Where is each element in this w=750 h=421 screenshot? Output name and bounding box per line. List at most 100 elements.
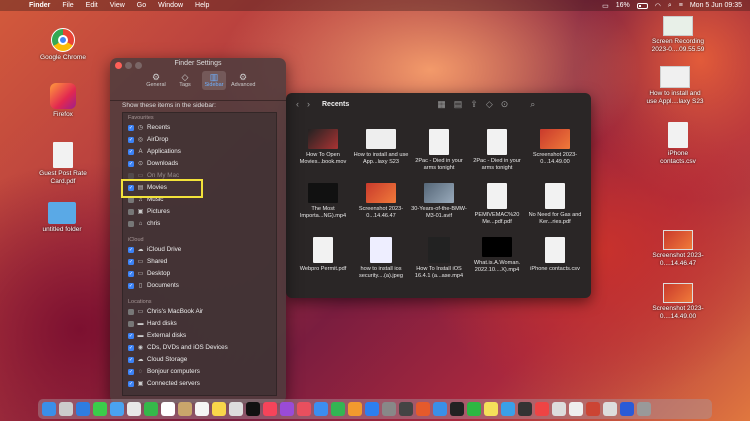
zoom-dock-icon[interactable]	[501, 402, 515, 416]
app-store-dock-icon[interactable]	[365, 402, 379, 416]
firefox-dock-icon[interactable]	[416, 402, 430, 416]
desktop-icon-chrome[interactable]: Google Chrome	[40, 28, 86, 62]
apple-icon[interactable]	[10, 2, 17, 10]
menu-help[interactable]: Help	[195, 2, 209, 9]
tab-sidebar[interactable]: ▥ Sidebar	[202, 71, 226, 90]
file-item[interactable]: What.is.A.Woman. 2022.10....X).mp4	[468, 237, 526, 274]
file-item[interactable]: 2Pac - Died in your arms tonight	[410, 129, 468, 172]
more-icon[interactable]: ⊙	[501, 99, 509, 110]
file-item[interactable]: How to install and use App...laxy S23	[352, 129, 410, 166]
desktop-icon-screenshot-2[interactable]: Screenshot 2023-0....14.49.00	[650, 283, 706, 320]
datetime[interactable]: Mon 5 Jun 09:35	[690, 2, 742, 9]
checkbox[interactable]: ✓	[128, 380, 134, 387]
sidebar-option-desktop[interactable]: ✓ ▭ Desktop	[128, 269, 170, 278]
screenshot-dock-icon[interactable]	[586, 402, 600, 416]
checkbox[interactable]: ✓	[128, 344, 134, 351]
news-dock-icon[interactable]	[297, 402, 311, 416]
back-icon[interactable]: ‹	[296, 99, 299, 109]
document-dock-icon[interactable]	[569, 402, 583, 416]
sidebar-option-bonjour[interactable]: ✓ ◌ Bonjour computers	[128, 367, 200, 376]
wifi-icon[interactable]: ◠	[655, 2, 661, 10]
checkbox[interactable]	[128, 220, 134, 227]
file-item[interactable]: Screenshot 2023-0...14.49.00	[526, 129, 584, 166]
checkbox[interactable]: ✓	[128, 270, 134, 277]
desktop-icon-screen-recording[interactable]: Screen Recording 2023-0....09.55.59	[648, 16, 708, 53]
reminders-dock-icon[interactable]	[195, 402, 209, 416]
tv-dock-icon[interactable]	[246, 402, 260, 416]
menu-file[interactable]: File	[62, 2, 73, 9]
sidebar-option-cds-dvds[interactable]: ✓ ◉ CDs, DVDs and iOS Devices	[128, 343, 228, 352]
file-item[interactable]: The Most Importa...NG).mp4	[294, 183, 352, 220]
desktop-icon-csv[interactable]: iPhone contacts.csv	[654, 122, 702, 165]
sidebar-option-recents[interactable]: ✓ ◷ Recents	[128, 123, 170, 132]
checkbox[interactable]: ✓	[128, 148, 134, 155]
desktop-icon-video[interactable]: How to install and use Appl....laxy S23	[645, 66, 705, 105]
chrome-dock-icon[interactable]	[433, 402, 447, 416]
sidebar-option-macbook[interactable]: ▭ Chris's MacBook Air	[128, 307, 203, 316]
tag-icon[interactable]: ◇	[486, 99, 493, 110]
sidebar-option-applications[interactable]: ✓ A Applications	[128, 147, 181, 156]
desktop-icon-screenshot-1[interactable]: Screenshot 2023-0....14.46.47	[650, 230, 706, 267]
battery-percent[interactable]: 16%	[616, 2, 630, 9]
control-center-icon[interactable]: ≡	[679, 2, 683, 9]
tab-tags[interactable]: ◇ Tags	[173, 71, 197, 90]
file-item[interactable]: No Need for Gas and Ker...ries.pdf	[526, 183, 584, 226]
forward-icon[interactable]: ›	[307, 99, 310, 109]
group-icon[interactable]: ▤	[454, 99, 463, 110]
terminal-dock-icon[interactable]	[450, 402, 464, 416]
sidebar-option-airdrop[interactable]: ✓ ◎ AirDrop	[128, 135, 168, 144]
numbers-dock-icon[interactable]	[331, 402, 345, 416]
sidebar-option-external-disks[interactable]: ✓ ▬ External disks	[128, 331, 186, 340]
menu-edit[interactable]: Edit	[86, 2, 98, 9]
desktop-icon-pdf[interactable]: Guest Post Rate Card.pdf	[35, 142, 91, 185]
notes-dock-icon[interactable]	[212, 402, 226, 416]
sidebar-option-shared[interactable]: ✓ ▭ Shared	[128, 257, 167, 266]
checkbox[interactable]	[128, 172, 134, 179]
pages-dock-icon[interactable]	[348, 402, 362, 416]
calendar-dock-icon[interactable]	[161, 402, 175, 416]
facetime-dock-icon[interactable]	[144, 402, 158, 416]
search-icon[interactable]: ⌕	[668, 2, 672, 10]
checkbox[interactable]: ✓	[128, 124, 134, 131]
safari-dock-icon[interactable]	[76, 402, 90, 416]
music-dock-icon[interactable]	[263, 402, 277, 416]
menu-app-name[interactable]: Finder	[29, 2, 50, 9]
file-item[interactable]: iPhone contacts.csv	[526, 237, 584, 273]
downloads-dock-icon[interactable]	[620, 402, 634, 416]
share-icon[interactable]: ⇪	[470, 99, 478, 110]
search-icon[interactable]: ⌕	[530, 99, 535, 110]
checkbox[interactable]: ✓	[128, 368, 134, 375]
activity-dock-icon[interactable]	[518, 402, 532, 416]
file-item[interactable]: How To Open Movies...book.mov	[294, 129, 352, 166]
trash-dock-icon[interactable]	[637, 402, 651, 416]
file-item[interactable]: Screenshot 2023-0...14.46.47	[352, 183, 410, 220]
sidebar-option-downloads[interactable]: ✓ ⊙ Downloads	[128, 159, 178, 168]
document-dock-icon[interactable]	[603, 402, 617, 416]
battery-icon[interactable]	[636, 2, 648, 9]
checkbox[interactable]: ✓	[128, 160, 134, 167]
display-icon[interactable]: ▭	[602, 2, 609, 10]
sidebar-option-cloud-storage[interactable]: ✓ ☁ Cloud Storage	[128, 355, 187, 364]
utility-dock-icon[interactable]	[399, 402, 413, 416]
podcasts-dock-icon[interactable]	[280, 402, 294, 416]
keynote-dock-icon[interactable]	[314, 402, 328, 416]
sidebar-option-connected-servers[interactable]: ✓ ▣ Connected servers	[128, 379, 200, 388]
mail-dock-icon[interactable]	[110, 402, 124, 416]
finder-dock-icon[interactable]	[42, 402, 56, 416]
photos-dock-icon[interactable]	[127, 402, 141, 416]
launchpad-dock-icon[interactable]	[59, 402, 73, 416]
checkbox[interactable]: ✓	[128, 282, 134, 289]
desktop-icon-firefox[interactable]: Firefox	[40, 83, 86, 119]
file-item[interactable]: Webpro Permit.pdf	[294, 237, 352, 273]
tab-advanced[interactable]: ⚙ Advanced	[231, 71, 255, 90]
menu-window[interactable]: Window	[158, 2, 183, 9]
checkbox[interactable]	[128, 208, 134, 215]
checkbox[interactable]: ✓	[128, 136, 134, 143]
checkbox[interactable]: ✓	[128, 246, 134, 253]
notes2-dock-icon[interactable]	[484, 402, 498, 416]
checkbox[interactable]	[128, 308, 134, 315]
recorder-dock-icon[interactable]	[535, 402, 549, 416]
whatsapp-dock-icon[interactable]	[467, 402, 481, 416]
view-grid-icon[interactable]: ▦	[437, 99, 446, 110]
file-item[interactable]: PEMIVEMAC%20 Me...pdf.pdf	[468, 183, 526, 226]
